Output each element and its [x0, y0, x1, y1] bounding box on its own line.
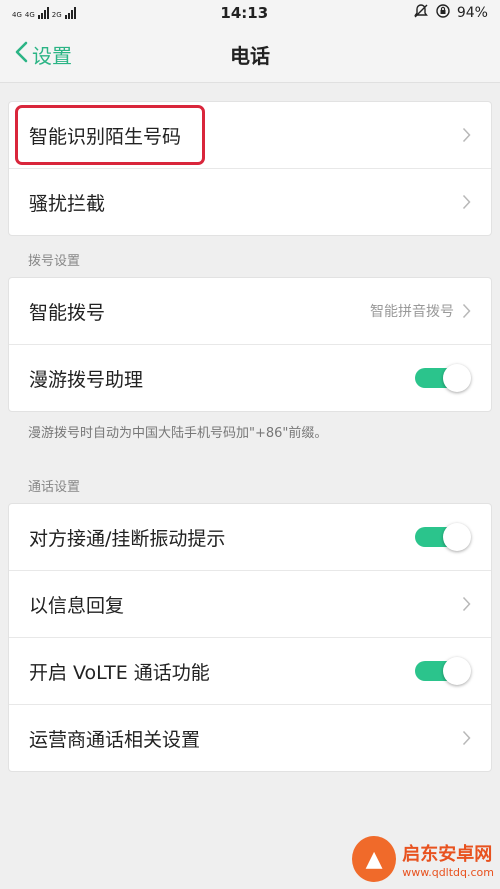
- site-watermark: ▲ 启东安卓网 www.qdltdq.com: [352, 831, 494, 887]
- list-item-carrier-settings[interactable]: 运营商通话相关设置: [9, 704, 491, 771]
- signal-indicators: 4G 4G 2G: [12, 7, 76, 19]
- back-label: 设置: [32, 43, 72, 68]
- list-item-vibrate: 对方接通/挂断振动提示: [9, 504, 491, 570]
- network-a-label: 4G: [12, 11, 22, 19]
- volte-toggle[interactable]: [415, 657, 471, 685]
- list-item-label: 对方接通/挂断振动提示: [29, 527, 226, 550]
- toggle-knob: [443, 523, 471, 551]
- battery-level: 94%: [456, 5, 488, 21]
- list-item-label: 智能拨号: [29, 301, 106, 324]
- vibrate-toggle[interactable]: [415, 523, 471, 551]
- list-item-volte: 开启 VoLTE 通话功能: [9, 637, 491, 704]
- page-title: 电话: [230, 43, 270, 68]
- list-item-harassment-block[interactable]: 骚扰拦截: [9, 168, 491, 235]
- watermark-logo-icon: ▲: [352, 836, 397, 882]
- status-bar: 4G 4G 2G 14:13 94%: [0, 0, 500, 26]
- toggle-knob: [443, 657, 471, 685]
- watermark-text: 启东安卓网 www.qdltdq.com: [402, 840, 494, 879]
- network-b-label: 4G: [24, 11, 35, 19]
- group-call: 对方接通/挂断振动提示 以信息回复 开启 VoLTE 通话功能 运营商通话相关设…: [8, 503, 492, 772]
- list-item-smart-dial[interactable]: 智能拨号 智能拼音拨号: [9, 278, 491, 344]
- list-item-value-group: 智能拼音拨号: [370, 301, 471, 321]
- list-item-label: 骚扰拦截: [29, 192, 106, 215]
- list-item-label: 以信息回复: [29, 594, 125, 617]
- rotation-lock-icon: [435, 3, 451, 23]
- roaming-assistant-toggle[interactable]: [415, 364, 471, 392]
- toggle-knob: [443, 364, 471, 392]
- list-item-label: 开启 VoLTE 通话功能: [29, 661, 210, 684]
- chevron-right-icon: [462, 596, 471, 612]
- signal-icon: [37, 7, 49, 19]
- list-item-roaming-assistant: 漫游拨号助理: [9, 344, 491, 411]
- chevron-right-icon: [462, 194, 471, 210]
- status-time: 14:13: [220, 4, 269, 22]
- section-header-call: 通话设置: [28, 480, 81, 495]
- navigation-bar: 设置 电话: [0, 26, 500, 83]
- chevron-left-icon: [14, 41, 28, 68]
- list-item-label: 漫游拨号助理: [29, 368, 144, 391]
- group-basic: 智能识别陌生号码 骚扰拦截: [8, 101, 492, 236]
- watermark-name: 启东安卓网: [402, 843, 493, 865]
- group-dial: 智能拨号 智能拼音拨号 漫游拨号助理: [8, 277, 492, 412]
- roaming-note: 漫游拨号时自动为中国大陆手机号码加"+86"前缀。: [28, 426, 328, 441]
- chevron-right-icon: [462, 303, 471, 319]
- smart-dial-value: 智能拼音拨号: [370, 304, 454, 320]
- mute-bell-icon: [413, 3, 429, 23]
- watermark-url: www.qdltdq.com: [402, 865, 494, 879]
- chevron-right-icon: [462, 730, 471, 746]
- highlight-box: [15, 105, 205, 165]
- status-right: 94%: [413, 3, 488, 23]
- signal-icon-secondary: [64, 7, 76, 19]
- back-button[interactable]: 设置: [14, 26, 72, 82]
- chevron-right-icon: [462, 127, 471, 143]
- list-item-smart-identify[interactable]: 智能识别陌生号码: [9, 102, 491, 168]
- section-header-dial: 拨号设置: [28, 254, 81, 269]
- network-c-label: 2G: [51, 11, 62, 19]
- list-item-sms-reply[interactable]: 以信息回复: [9, 570, 491, 637]
- list-item-label: 运营商通话相关设置: [29, 728, 201, 751]
